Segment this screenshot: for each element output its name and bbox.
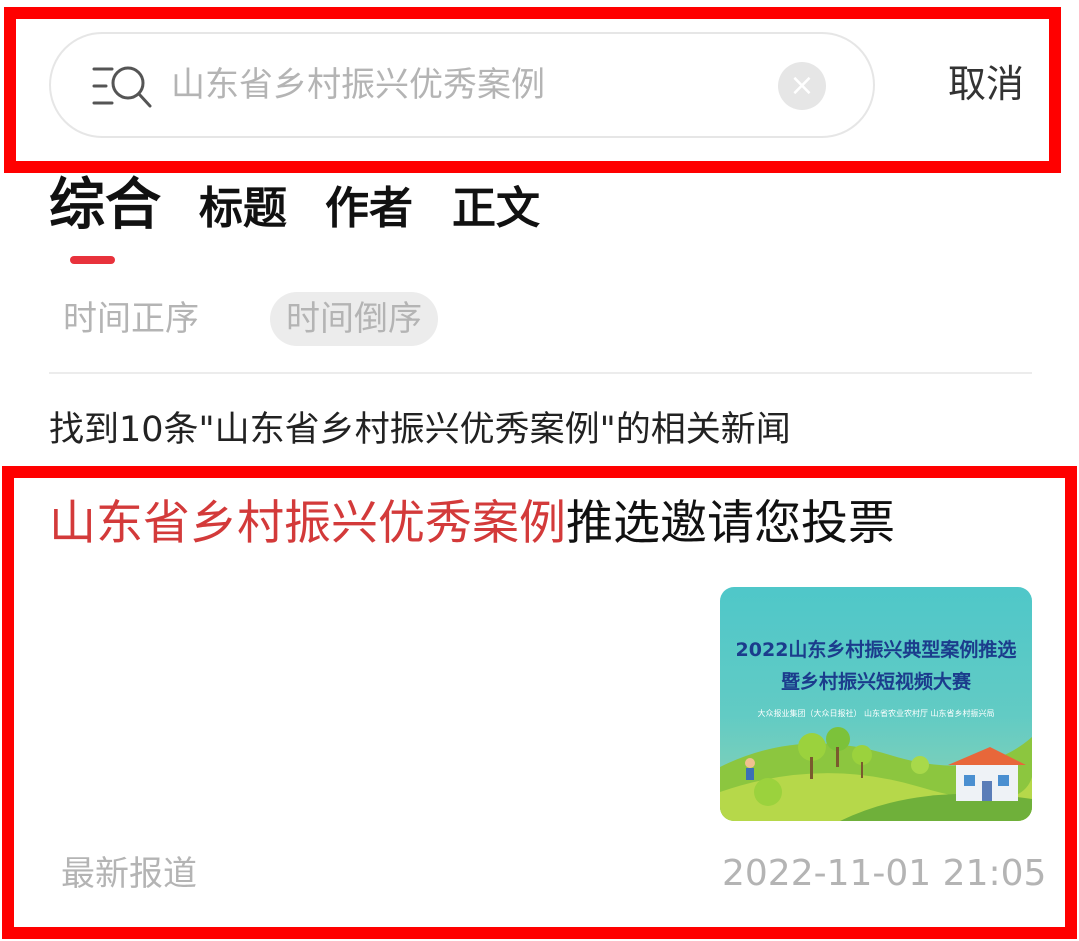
result-summary: 找到10条"山东省乡村振兴优秀案例"的相关新闻 — [49, 410, 791, 450]
search-list-icon — [92, 61, 154, 111]
article-source: 最新报道 — [61, 854, 197, 894]
clear-circle-icon[interactable]: × — [778, 62, 826, 110]
article-title[interactable]: 山东省乡村振兴优秀案例推选邀请您投票 — [49, 492, 895, 556]
active-tab-indicator — [70, 256, 115, 264]
tab-body[interactable]: 正文 — [452, 184, 540, 234]
divider — [49, 372, 1032, 374]
article-title-highlight: 山东省乡村振兴优秀案例 — [49, 496, 566, 551]
thumbnail-subheadline: 暨乡村振兴短视频大赛 — [780, 671, 971, 693]
article-thumbnail[interactable]: 2022山东乡村振兴典型案例推选 暨乡村振兴短视频大赛 大众报业集团（大众日报社… — [720, 587, 1032, 821]
tab-all[interactable]: 综合 — [49, 174, 161, 238]
sort-ascending-button[interactable]: 时间正序 — [63, 292, 199, 346]
thumbnail-headline: 2022山东乡村振兴典型案例推选 — [735, 639, 1017, 661]
search-input[interactable]: 山东省乡村振兴优秀案例 — [171, 60, 545, 110]
article-title-rest: 推选邀请您投票 — [566, 496, 895, 551]
cancel-button[interactable]: 取消 — [948, 58, 1024, 110]
search-bar[interactable]: 山东省乡村振兴优秀案例 × — [49, 32, 875, 138]
tab-author[interactable]: 作者 — [325, 184, 413, 234]
sort-descending-button[interactable]: 时间倒序 — [270, 292, 438, 346]
thumbnail-organizers: 大众报业集团（大众日报社） 山东省农业农村厅 山东省乡村振兴局 — [757, 709, 995, 718]
tab-title[interactable]: 标题 — [199, 184, 287, 234]
landscape-illustration — [720, 727, 1032, 821]
article-timestamp: 2022-11-01 21:05 — [722, 853, 1047, 894]
